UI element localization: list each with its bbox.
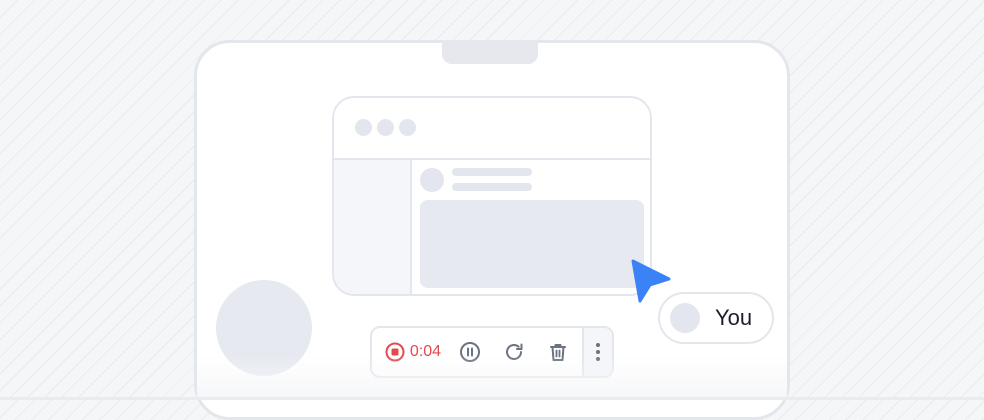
- text-line-placeholder: [452, 168, 532, 176]
- presenter-avatar: [670, 303, 700, 333]
- post-avatar-placeholder: [420, 168, 444, 192]
- window-dot: [355, 119, 372, 136]
- presenter-label: You: [658, 292, 774, 344]
- bottom-fade: [197, 355, 787, 400]
- content-block-placeholder: [420, 200, 644, 288]
- pointer-cursor-icon: [631, 259, 671, 303]
- device-notch: [442, 40, 538, 64]
- browser-sidebar-placeholder: [334, 160, 412, 294]
- text-line-placeholder: [452, 183, 532, 191]
- browser-title-bar: [334, 98, 650, 160]
- browser-window-mockup: [332, 96, 652, 296]
- presenter-name: You: [715, 305, 753, 330]
- window-dot: [399, 119, 416, 136]
- window-dot: [377, 119, 394, 136]
